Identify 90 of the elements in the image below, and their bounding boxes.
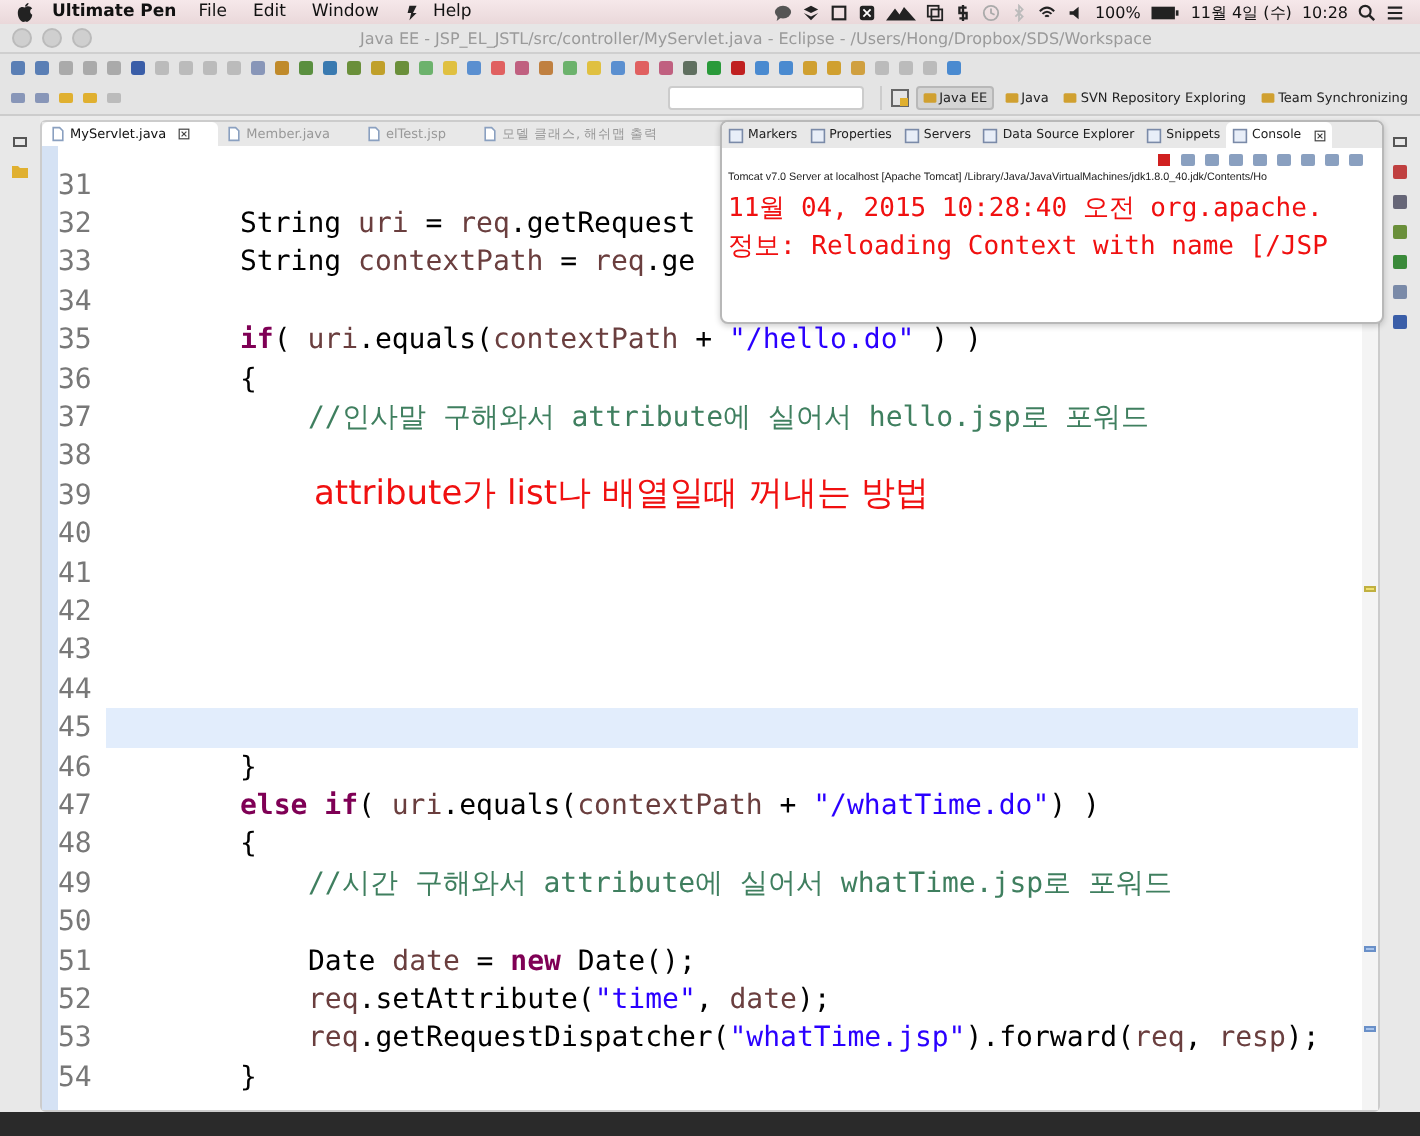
code-line: { [240, 828, 257, 861]
line-number: 43 [58, 632, 94, 671]
view-icon [1146, 127, 1163, 143]
line-number: 54 [58, 1059, 94, 1097]
restore-icon[interactable] [1390, 132, 1410, 152]
overview-marker [1364, 946, 1376, 952]
menu-item[interactable]: File [198, 2, 227, 22]
bluetooth-icon[interactable] [1010, 3, 1029, 21]
code-line: { [240, 363, 257, 396]
line-number: 48 [58, 826, 94, 865]
line-number: 33 [58, 244, 94, 283]
annotation-text: attribute가 list나 배열일때 꺼내는 방법 [314, 472, 930, 516]
close-icon[interactable] [178, 128, 191, 140]
line-number: 47 [58, 787, 94, 826]
file-icon [50, 126, 66, 142]
folder-icon[interactable] [10, 162, 30, 182]
console-line: 11월 04, 2015 10:28:40 오전 org.apache. [726, 192, 1325, 228]
console-line: 정보: Reloading Context with name [/JSP [726, 230, 1330, 266]
box-icon[interactable] [802, 3, 821, 21]
perspective-icon [1260, 90, 1277, 106]
stop-icon[interactable] [1154, 150, 1174, 170]
app-name[interactable]: Ultimate Pen [52, 2, 177, 22]
file-icon [226, 126, 243, 142]
cross-square-icon[interactable] [858, 3, 877, 21]
code-line: String uri = req.getRequest [240, 208, 696, 241]
line-number: 42 [58, 593, 94, 632]
square-icon[interactable] [830, 3, 849, 21]
file-icon [481, 126, 498, 142]
line-number: 49 [58, 865, 94, 903]
view-icon [1232, 127, 1249, 143]
code-line: req.getRequestDispatcher("whatTime.jsp").forward(req, resp); [308, 1022, 1320, 1055]
code-line: req.setAttribute("time", date); [308, 983, 831, 1016]
file-icon [365, 126, 382, 142]
line-number: 52 [58, 981, 94, 1020]
line-number: 45 [58, 710, 94, 748]
window-title: Java EE - JSP_EL_JSTL/src/controller/MyServlet.java - Eclipse - /Users/Hong/Dropbox/SDS/Workspace [357, 29, 1154, 47]
code-line: //인사말 구해와서 attribute에 실어서 hello.jsp로 포워드 [308, 400, 1150, 437]
overview-marker [1364, 586, 1376, 592]
line-number: 53 [58, 1020, 94, 1058]
line-number: 51 [58, 943, 94, 981]
overview-marker [1364, 1026, 1376, 1032]
perspective-icon [1062, 90, 1079, 106]
open-perspective-icon[interactable] [889, 88, 910, 108]
perspective-icon [921, 90, 938, 106]
close-icon[interactable] [1313, 129, 1326, 141]
clock-icon[interactable] [982, 3, 1001, 21]
code-line: else if( uri.equals(contextPath + "/whatTime.do") ) [240, 789, 1100, 822]
view-icon [982, 127, 999, 143]
menu-item[interactable]: Edit [252, 2, 286, 22]
windows-icon[interactable] [926, 3, 945, 21]
code-line: Date date = new Date(); [308, 945, 696, 977]
view-icon [728, 127, 744, 143]
code-line: } [240, 751, 257, 784]
battery-icon[interactable] [1150, 3, 1181, 21]
menubar-date[interactable]: 11월 4일 (수) [1190, 1, 1292, 23]
line-number: 32 [58, 206, 94, 244]
line-number: 40 [58, 516, 94, 554]
apple-icon[interactable] [16, 1, 34, 23]
chat-bubble-icon[interactable] [774, 3, 793, 21]
code-line: if( uri.equals(contextPath + "/hello.do" ) ) [240, 324, 982, 357]
search-icon[interactable] [1358, 3, 1376, 21]
dollar-icon[interactable] [954, 3, 973, 21]
minimize-button[interactable] [42, 28, 62, 48]
line-number: 41 [58, 555, 94, 593]
view-icon [903, 127, 920, 143]
line-number: 31 [58, 167, 94, 205]
line-number: 36 [58, 361, 94, 399]
menu-item[interactable]: Help [432, 2, 472, 22]
zoom-button[interactable] [72, 28, 92, 48]
line-number: 50 [58, 904, 94, 942]
wifi-icon[interactable] [1038, 3, 1057, 21]
menu-item[interactable]: Window [311, 2, 379, 22]
view-icon [809, 127, 826, 143]
line-number: 38 [58, 438, 94, 477]
list-icon[interactable] [1386, 3, 1404, 21]
battery-percent: 100% [1094, 3, 1141, 21]
line-number: 34 [58, 283, 94, 322]
line-number: 39 [58, 477, 94, 516]
line-number: 44 [58, 671, 94, 709]
line-number: 37 [58, 400, 94, 438]
menubar-clock[interactable]: 10:28 [1301, 3, 1348, 21]
code-line: String contextPath = req.ge [240, 246, 696, 279]
code-line: //시간 구해와서 attribute에 실어서 whatTime.jsp로 포워드 [308, 865, 1173, 902]
restore-icon[interactable] [10, 132, 30, 152]
close-button[interactable] [12, 28, 32, 48]
quick-access-field[interactable] [667, 86, 864, 110]
line-number: 46 [58, 749, 94, 787]
perspective-icon [1003, 90, 1020, 106]
line-number: 35 [58, 322, 94, 360]
code-line: } [240, 1061, 257, 1094]
